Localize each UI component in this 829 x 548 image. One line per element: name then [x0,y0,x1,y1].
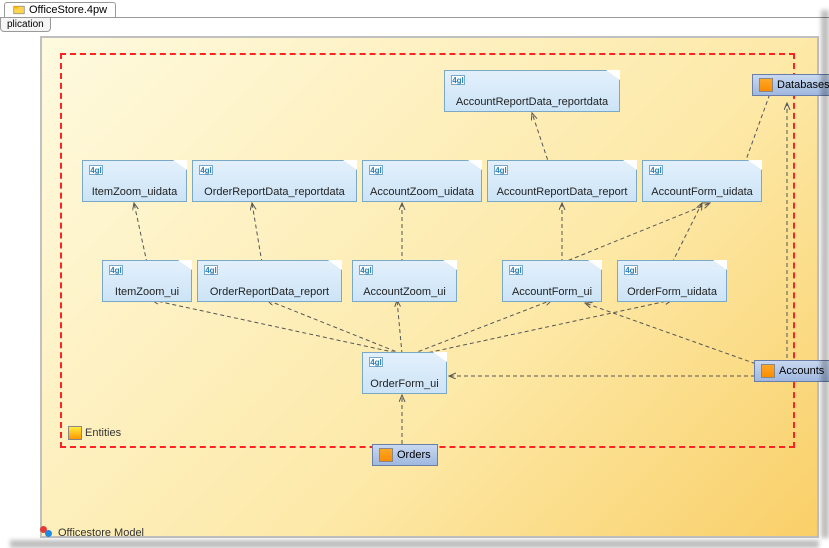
fourgl-icon: 4gl [199,165,213,175]
node-accountform-uidata[interactable]: 4glAccountForm_uidata [642,160,762,202]
fourgl-icon: 4gl [109,265,123,275]
node-accountreportdata-reportdata[interactable]: 4gl AccountReportData_reportdata [444,70,620,112]
ragged-edge-right [821,10,829,538]
database-icon [759,78,773,92]
fourgl-icon: 4gl [204,265,218,275]
file-tab[interactable]: OfficeStore.4pw [4,2,116,17]
tab-bar: OfficeStore.4pw [0,0,829,18]
entities-label: Entities [68,426,121,440]
model-icon [40,526,54,540]
diagram-canvas[interactable]: Entities 4gl AccountReportData_reportdat… [40,36,819,538]
node-itemzoom-uidata[interactable]: 4glItemZoom_uidata [82,160,187,202]
entities-icon [68,426,82,440]
fourgl-icon: 4gl [369,357,383,367]
fourgl-icon: 4gl [494,165,508,175]
node-orderreportdata-reportdata[interactable]: 4glOrderReportData_reportdata [192,160,357,202]
fourgl-icon: 4gl [451,75,465,85]
database-icon [379,448,393,462]
database-icon [761,364,775,378]
fourgl-icon: 4gl [649,165,663,175]
sub-tab[interactable]: plication [0,18,51,32]
fourgl-icon: 4gl [624,265,638,275]
fourgl-icon: 4gl [359,265,373,275]
node-orderform-uidata[interactable]: 4glOrderForm_uidata [617,260,727,302]
node-accountzoom-uidata[interactable]: 4glAccountZoom_uidata [362,160,482,202]
project-icon [13,4,25,16]
node-orderreportdata-report[interactable]: 4glOrderReportData_report [197,260,342,302]
fourgl-icon: 4gl [369,165,383,175]
node-accountzoom-ui[interactable]: 4glAccountZoom_ui [352,260,457,302]
tab-title: OfficeStore.4pw [29,4,107,16]
model-label: Officestore Model [40,526,144,540]
fourgl-icon: 4gl [509,265,523,275]
node-itemzoom-ui[interactable]: 4glItemZoom_ui [102,260,192,302]
node-accountreportdata-report[interactable]: 4glAccountReportData_report [487,160,637,202]
node-orderform-ui[interactable]: 4glOrderForm_ui [362,352,447,394]
node-accountform-ui[interactable]: 4glAccountForm_ui [502,260,602,302]
node-databases[interactable]: Databases [752,74,829,96]
fourgl-icon: 4gl [89,165,103,175]
ragged-edge-bottom [10,540,819,548]
node-accounts[interactable]: Accounts [754,360,829,382]
node-orders[interactable]: Orders [372,444,438,466]
